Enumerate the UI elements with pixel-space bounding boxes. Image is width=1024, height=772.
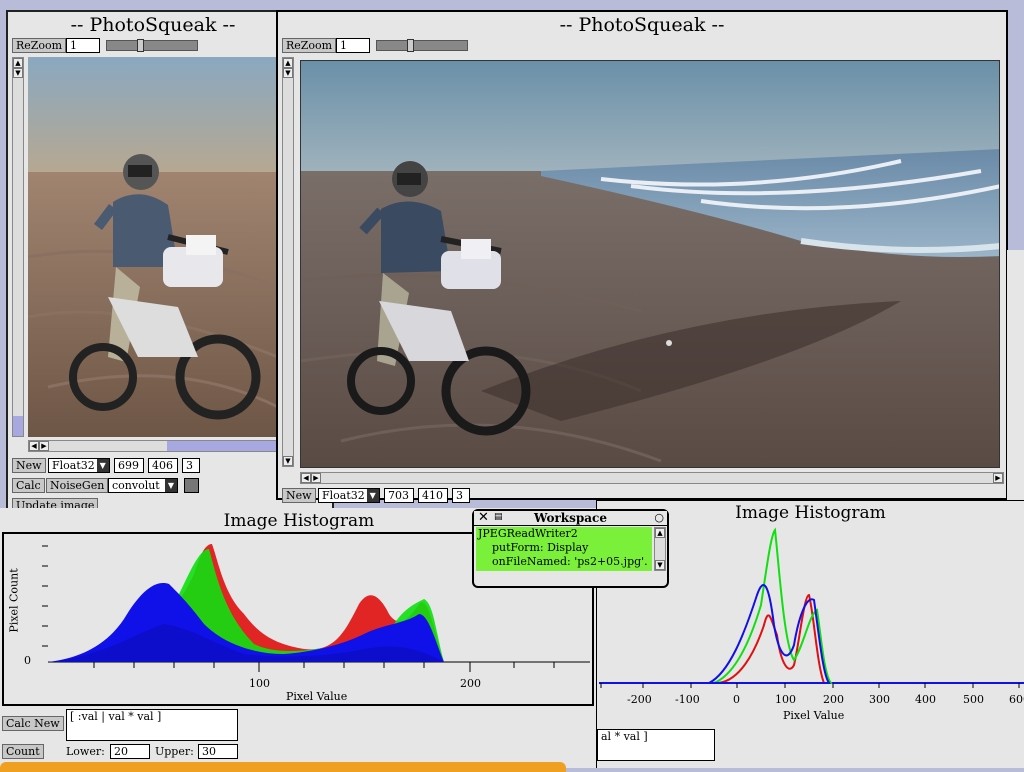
height-field[interactable]: 410	[418, 488, 448, 503]
x-tick: 400	[915, 693, 936, 706]
photosqueak-window-right: -- PhotoSqueak -- ReZoom 1 ▲ ▼ ▼ ◀ ▶ ▶ N…	[276, 10, 1008, 503]
chevron-down-icon: ▼	[165, 479, 177, 492]
y-tick-zero: 0	[24, 654, 31, 667]
width-field[interactable]: 703	[384, 488, 414, 503]
scroll-up-icon[interactable]: ▲	[283, 58, 293, 68]
slider-knob[interactable]	[137, 39, 144, 52]
type-dropdown[interactable]: Float32 ▼	[48, 458, 110, 473]
lower-label: Lower:	[66, 745, 105, 758]
zoom-slider[interactable]	[106, 39, 198, 52]
scroll-left-icon[interactable]: ◀	[29, 441, 39, 451]
new-button[interactable]: New	[282, 488, 316, 503]
workspace-text-area[interactable]: JPEGReadWriter2 putForm: Display onFileN…	[476, 527, 652, 571]
workspace-window: ✕ ▤ Workspace ○ JPEGReadWriter2 putForm:…	[472, 509, 669, 588]
type-value: Float32	[52, 459, 95, 472]
new-button[interactable]: New	[12, 458, 46, 473]
count-button[interactable]: Count	[2, 744, 44, 759]
scroll-right-icon[interactable]: ▶	[311, 473, 321, 483]
x-tick: -200	[627, 693, 652, 706]
upper-field[interactable]: 30	[198, 744, 238, 759]
orange-window-edge	[0, 762, 566, 772]
filter-dropdown[interactable]: convolut ▼	[108, 478, 178, 493]
formula-field[interactable]: [ :val | val * val ]	[66, 709, 238, 741]
scroll-up-icon[interactable]: ▲	[655, 528, 665, 538]
rezoom-button[interactable]: ReZoom	[12, 38, 67, 53]
workspace-titlebar[interactable]: ✕ ▤ Workspace ○	[474, 510, 667, 526]
vertical-scrollbar[interactable]: ▲ ▼	[12, 57, 24, 437]
x-tick: 0	[733, 693, 740, 706]
photo-canvas-left[interactable]	[28, 57, 278, 437]
zoom-slider[interactable]	[376, 39, 468, 52]
y-axis-label: Pixel Count	[7, 568, 21, 633]
window-title: -- PhotoSqueak --	[70, 14, 236, 36]
scroll-left-icon[interactable]: ◀	[301, 473, 311, 483]
workspace-line: putForm: Display	[478, 541, 589, 554]
horizontal-scrollbar[interactable]: ◀ ▶ ▶	[300, 472, 1004, 484]
noisegen-button[interactable]: NoiseGen	[46, 478, 109, 493]
collapse-icon[interactable]: ○	[654, 511, 664, 524]
x-tick: 500	[963, 693, 984, 706]
lower-field[interactable]: 20	[110, 744, 150, 759]
x-axis-label: Pixel Value	[286, 690, 348, 703]
scroll-right-icon[interactable]: ▶	[993, 473, 1003, 483]
slider-knob[interactable]	[407, 39, 414, 52]
chevron-down-icon: ▼	[366, 489, 379, 502]
x-tick: 600	[1009, 693, 1024, 706]
width-field[interactable]: 699	[114, 458, 144, 473]
x-tick: 100	[775, 693, 796, 706]
vertical-scrollbar[interactable]: ▲ ▼ ▼	[282, 57, 294, 467]
calc-button[interactable]: Calc	[12, 478, 45, 493]
type-dropdown[interactable]: Float32 ▼	[318, 488, 380, 503]
x-tick-100: 100	[249, 677, 270, 690]
workspace-title: Workspace	[533, 511, 607, 525]
calc-new-button[interactable]: Calc New	[2, 716, 64, 731]
rezoom-button[interactable]: ReZoom	[282, 38, 337, 53]
workspace-line: JPEGReadWriter2	[478, 527, 578, 540]
workspace-line: onFileNamed: 'ps2+05.jpg'.	[478, 555, 648, 568]
window-title: -- PhotoSqueak --	[559, 14, 725, 36]
formula-field[interactable]: al * val ]	[597, 729, 715, 761]
x-tick: 300	[869, 693, 890, 706]
horizontal-scrollbar[interactable]: ◀ ▶	[28, 440, 278, 452]
x-tick: -100	[675, 693, 700, 706]
background-window-edge	[1006, 250, 1024, 500]
scroll-thumb[interactable]	[167, 441, 277, 451]
zoom-field[interactable]: 1	[336, 38, 370, 53]
scroll-down-icon[interactable]: ▼	[655, 560, 665, 570]
upper-label: Upper:	[155, 745, 194, 758]
scroll-right-icon[interactable]: ▶	[39, 441, 49, 451]
filter-value: convolut	[112, 479, 160, 492]
scroll-thumb[interactable]	[13, 416, 23, 436]
scroll-down-icon[interactable]: ▼	[283, 68, 293, 78]
scroll-down-icon[interactable]: ▼	[13, 68, 23, 78]
x-tick-200: 200	[460, 677, 481, 690]
channels-field[interactable]: 3	[452, 488, 470, 503]
color-swatch[interactable]	[184, 478, 199, 493]
height-field[interactable]: 406	[148, 458, 178, 473]
photo-canvas-right[interactable]	[300, 60, 1000, 468]
zoom-field[interactable]: 1	[66, 38, 100, 53]
chevron-down-icon: ▼	[96, 459, 109, 472]
vertical-scrollbar[interactable]: ▲ ▼	[654, 527, 666, 571]
scroll-up-icon[interactable]: ▲	[13, 58, 23, 68]
x-axis-label: Pixel Value	[783, 709, 845, 722]
channels-field[interactable]: 3	[182, 458, 200, 473]
x-tick: 200	[823, 693, 844, 706]
scroll-down-icon[interactable]: ▼	[283, 456, 293, 466]
type-value: Float32	[322, 489, 365, 502]
